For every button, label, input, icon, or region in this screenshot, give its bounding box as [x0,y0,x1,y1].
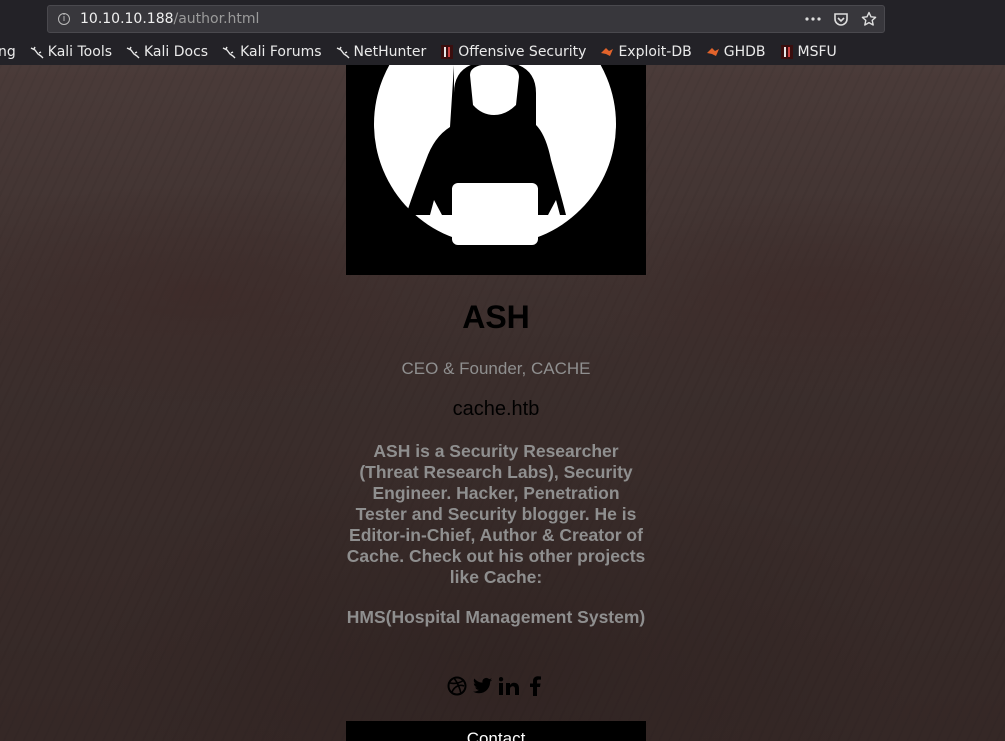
bookmark-label: MSFU [797,43,837,60]
exploit-db-icon [601,47,614,56]
twitter-icon[interactable] [472,675,494,697]
bookmark-label: Offensive Security [458,43,587,60]
page-content: ASH CEO & Founder, CACHE cache.htb ASH i… [0,65,1005,741]
bookmark-label: Kali Forums [240,43,322,60]
offsec-icon [441,44,454,59]
kali-dragon-icon [222,46,236,58]
offsec-icon [780,44,793,59]
author-card: ASH CEO & Founder, CACHE cache.htb ASH i… [346,65,646,741]
bookmark-offensive-security[interactable]: Offensive Security [440,44,586,60]
url-actions [804,9,878,29]
bookmark-ghdb[interactable]: GHDB [706,44,766,60]
pocket-icon[interactable] [832,10,850,28]
bookmarks-bar: ng Kali Tools Kali Docs Kali Forums NetH… [0,38,1005,66]
bookmark-star-icon[interactable] [860,10,878,28]
bookmark-nethunter[interactable]: NetHunter [336,43,427,60]
kali-dragon-icon [30,46,44,58]
author-project: HMS(Hospital Management System) [346,607,646,627]
address-bar[interactable]: i 10.10.10.188/author.html [47,5,885,33]
author-site: cache.htb [452,398,540,420]
bookmark-label: Kali Docs [144,43,209,60]
bookmark-label: Exploit-DB [618,43,692,60]
url-path: /author.html [173,11,260,27]
bookmark-label: GHDB [723,43,766,60]
avatar [346,65,646,275]
bookmark-msfu[interactable]: MSFU [780,44,837,60]
hacker-avatar-icon [374,65,616,245]
bookmark-kali-tools[interactable]: Kali Tools [30,44,112,60]
bookmark-kali-docs[interactable]: Kali Docs [126,44,208,60]
browser-toolbar: i 10.10.10.188/author.html [0,0,1005,38]
bookmark-label: Kali Tools [47,43,112,60]
bookmark-label: ng [0,43,16,60]
bookmark-item[interactable]: ng [0,44,16,60]
author-role: CEO & Founder, CACHE [401,359,591,378]
dribbble-icon[interactable] [446,675,468,697]
exploit-db-icon [706,47,719,56]
author-name: ASH [462,299,530,335]
bookmark-label: NetHunter [353,43,427,60]
more-actions-icon[interactable] [804,10,822,28]
social-links [346,674,646,698]
url-text[interactable]: 10.10.10.188/author.html [80,11,259,27]
kali-dragon-icon [126,46,140,58]
bookmark-exploit-db[interactable]: Exploit-DB [600,43,692,60]
facebook-icon[interactable] [524,675,546,697]
linkedin-icon[interactable] [498,675,520,697]
bookmark-kali-forums[interactable]: Kali Forums [222,43,322,60]
contact-button[interactable]: Contact [346,721,646,741]
url-host: 10.10.10.188 [80,11,174,27]
kali-dragon-icon [336,46,350,58]
author-bio: ASH is a Security Researcher (Threat Res… [346,441,646,587]
info-icon[interactable]: i [58,13,70,25]
